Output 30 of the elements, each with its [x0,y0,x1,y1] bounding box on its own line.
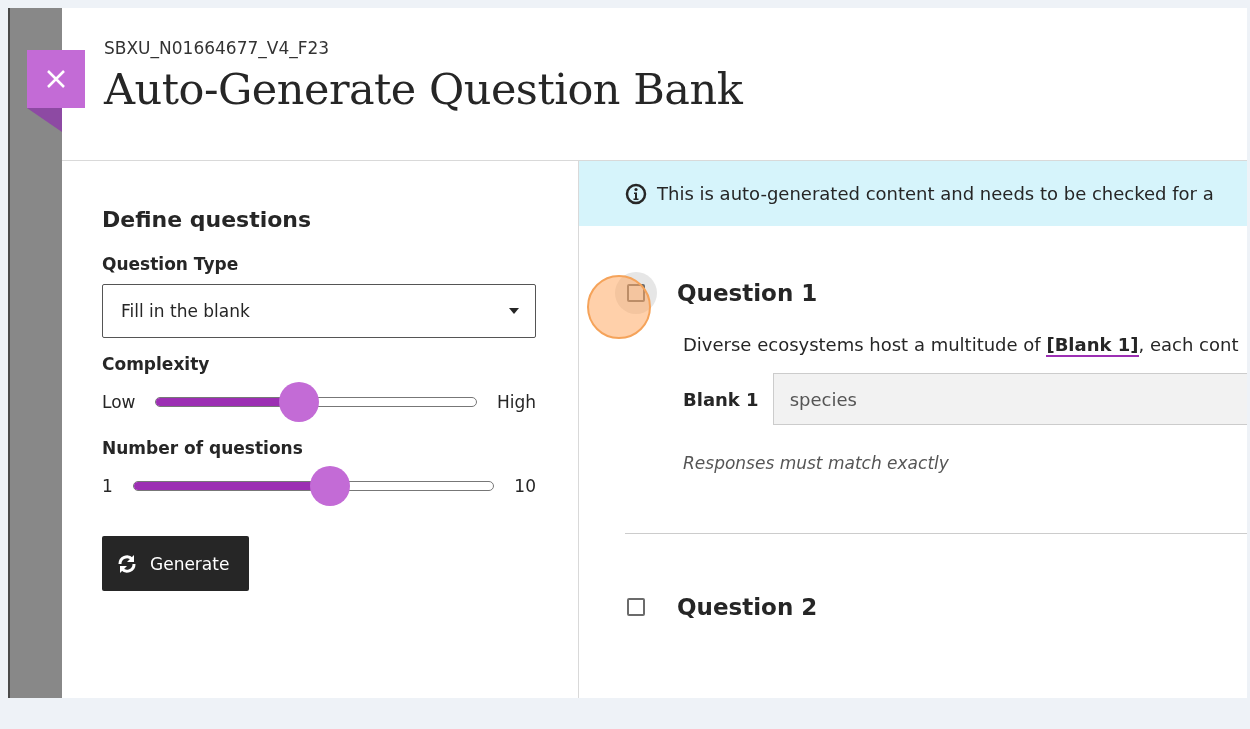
info-icon [625,182,647,205]
question-type-dropdown[interactable]: Fill in the blank [102,284,536,338]
question-title: Question 1 [677,280,818,306]
slider-thumb[interactable] [279,382,320,422]
slider-label: Complexity [102,354,211,374]
slider[interactable] [155,382,477,422]
slider-max-label: 10 [514,476,536,496]
blank-label: Blank 1 [683,388,759,410]
slider-min-label: 1 [102,476,113,496]
section-heading: Define questions [102,207,313,232]
question-text: Diverse ecosystems host a multitude of [Blank 1], each cont [683,334,1240,355]
refresh-icon [116,553,138,574]
close-button[interactable] [27,50,85,108]
field-label: Question Type [102,254,240,274]
slider-max-label: High [496,392,536,412]
answer-note: Responses must match exactly [683,453,950,473]
subtitle: SBXU_N01664677_V4_F23 [104,38,331,58]
slider-label: Number of questions [102,438,304,458]
generate-button[interactable]: Generate [102,536,250,591]
close-icon [45,68,67,90]
answer-field[interactable]: species [772,373,1247,425]
caret-icon [509,308,519,314]
slider-min-label: Low [102,392,136,412]
slider[interactable] [132,466,495,506]
checkbox[interactable] [615,272,657,314]
slider-thumb[interactable] [309,466,350,506]
ribbon-fold-drawing [27,108,62,132]
question-title: Question 2 [677,594,818,620]
info-text: This is auto-generated content and needs to be checked for a [657,183,1214,204]
page-title: Auto-Generate Question Bank [104,64,744,114]
